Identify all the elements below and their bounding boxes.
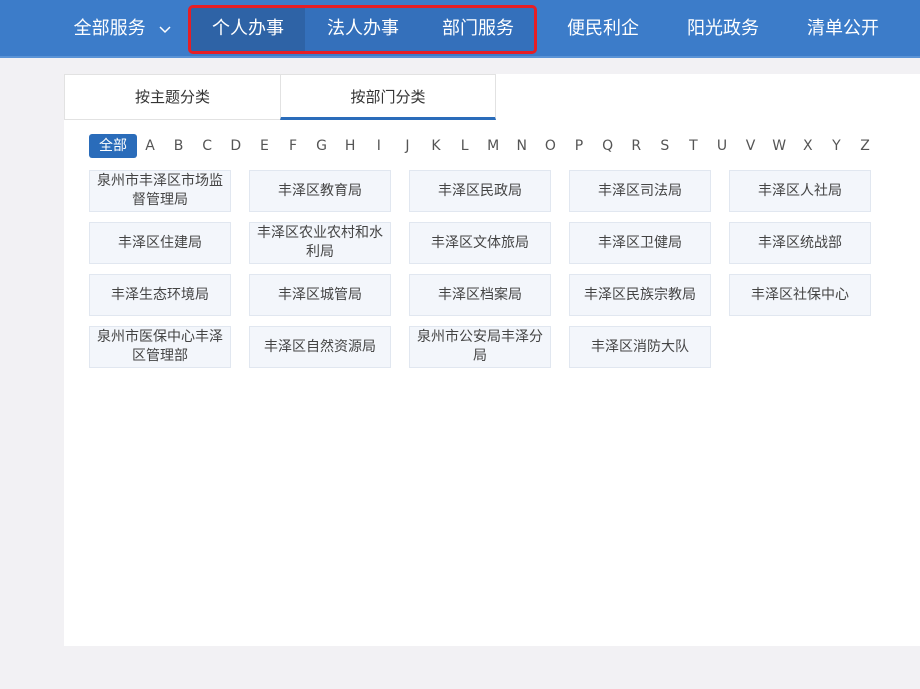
department-item[interactable]: 丰泽区住建局 [89, 222, 231, 264]
department-item[interactable]: 丰泽区民政局 [409, 170, 551, 212]
letter-filter-h[interactable]: H [340, 134, 360, 158]
letter-filter-n[interactable]: N [512, 134, 532, 158]
letter-filter-g[interactable]: G [312, 134, 332, 158]
letter-filter-v[interactable]: V [741, 134, 761, 158]
department-item[interactable]: 丰泽区自然资源局 [249, 326, 391, 368]
letter-filter-z[interactable]: Z [855, 134, 875, 158]
letter-filter-l[interactable]: L [455, 134, 475, 158]
department-item[interactable]: 泉州市丰泽区市场监督管理局 [89, 170, 231, 212]
department-item[interactable]: 丰泽区档案局 [409, 274, 551, 316]
department-item[interactable]: 丰泽区文体旅局 [409, 222, 551, 264]
letter-filter-y[interactable]: Y [826, 134, 846, 158]
department-item[interactable]: 丰泽区卫健局 [569, 222, 711, 264]
highlight-annotation-box [188, 5, 537, 54]
letter-filter-e[interactable]: E [254, 134, 274, 158]
letter-filter-c[interactable]: C [197, 134, 217, 158]
letter-filter-all[interactable]: 全部 [89, 134, 137, 158]
department-item[interactable]: 丰泽区人社局 [729, 170, 871, 212]
department-item[interactable]: 泉州市医保中心丰泽区管理部 [89, 326, 231, 368]
content-panel: 按主题分类 按部门分类 全部 ABCDEFGHIJKLMNOPQRSTUVWXY… [64, 74, 920, 646]
nav-item-public-lists[interactable]: 清单公开 [785, 0, 901, 56]
department-item[interactable]: 丰泽区民族宗教局 [569, 274, 711, 316]
letter-filter-t[interactable]: T [683, 134, 703, 158]
tab-by-department[interactable]: 按部门分类 [280, 74, 496, 120]
nav-item-open-government[interactable]: 阳光政务 [665, 0, 781, 56]
letter-filter-a[interactable]: A [140, 134, 160, 158]
letter-filter-m[interactable]: M [483, 134, 503, 158]
letter-filter-f[interactable]: F [283, 134, 303, 158]
department-item[interactable]: 泉州市公安局丰泽分局 [409, 326, 551, 368]
letter-filter-b[interactable]: B [169, 134, 189, 158]
department-item[interactable]: 丰泽生态环境局 [89, 274, 231, 316]
all-services-label: 全部服务 [73, 18, 146, 39]
nav-item-convenience[interactable]: 便民利企 [545, 0, 661, 56]
letter-filter-r[interactable]: R [626, 134, 646, 158]
department-item[interactable]: 丰泽区消防大队 [569, 326, 711, 368]
letter-filter-x[interactable]: X [798, 134, 818, 158]
letter-filter-k[interactable]: K [426, 134, 446, 158]
letter-filter-o[interactable]: O [540, 134, 560, 158]
top-navigation: 全部服务 个人办事 法人办事 部门服务 便民利企 阳光政务 清单公开 [0, 0, 920, 58]
chevron-down-icon [159, 0, 171, 58]
letter-filter-p[interactable]: P [569, 134, 589, 158]
category-tabs: 按主题分类 按部门分类 [64, 74, 496, 120]
tab-by-theme[interactable]: 按主题分类 [64, 74, 280, 120]
department-item[interactable]: 丰泽区农业农村和水利局 [249, 222, 391, 264]
department-item[interactable]: 丰泽区社保中心 [729, 274, 871, 316]
letter-filter-q[interactable]: Q [598, 134, 618, 158]
department-item[interactable]: 丰泽区统战部 [729, 222, 871, 264]
department-item[interactable]: 丰泽区司法局 [569, 170, 711, 212]
letter-filter-d[interactable]: D [226, 134, 246, 158]
letter-filter-i[interactable]: I [369, 134, 389, 158]
letter-filter-u[interactable]: U [712, 134, 732, 158]
letter-filter-j[interactable]: J [397, 134, 417, 158]
alphabet-filter: 全部 ABCDEFGHIJKLMNOPQRSTUVWXYZ [89, 134, 909, 158]
letter-filter-w[interactable]: W [769, 134, 789, 158]
letter-filter-s[interactable]: S [655, 134, 675, 158]
all-services-menu[interactable]: 全部服务 [60, 0, 185, 56]
department-item[interactable]: 丰泽区城管局 [249, 274, 391, 316]
department-item[interactable]: 丰泽区教育局 [249, 170, 391, 212]
